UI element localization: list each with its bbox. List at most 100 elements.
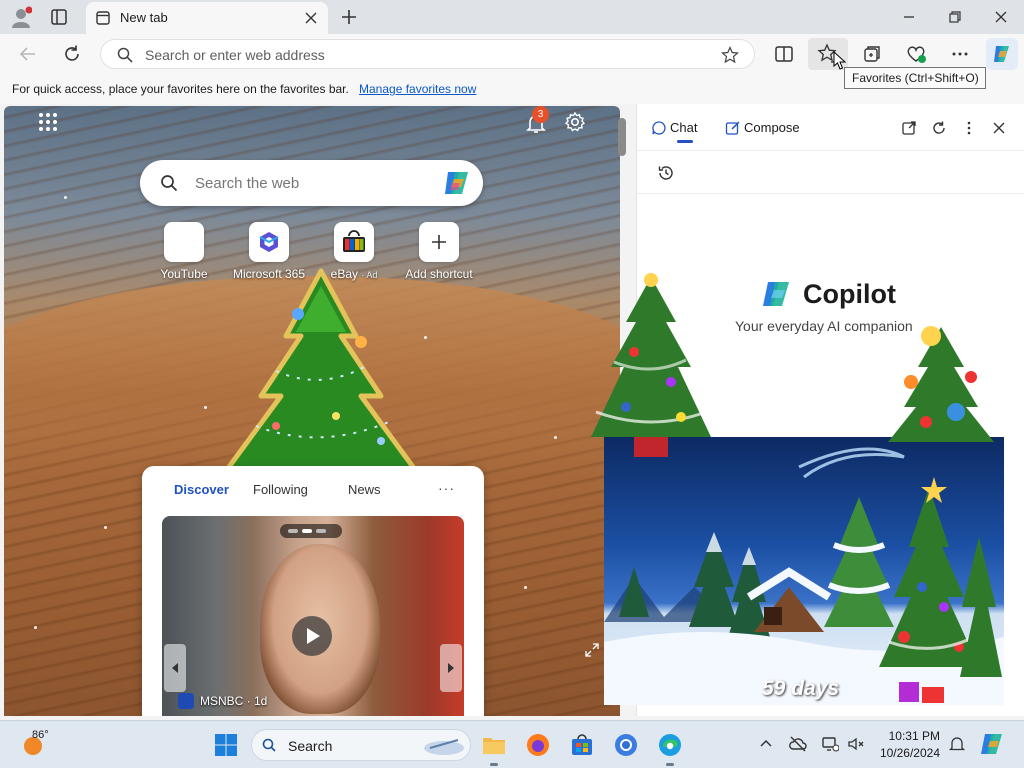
mouse-cursor-icon <box>833 51 847 70</box>
history-icon[interactable] <box>657 164 675 182</box>
notification-bell-icon[interactable] <box>948 735 966 753</box>
new-tab-icon <box>96 11 110 25</box>
title-bar: New tab <box>0 0 1024 34</box>
manage-favorites-link[interactable]: Manage favorites now <box>359 82 476 96</box>
edge-icon[interactable] <box>657 732 683 758</box>
copilot-icon <box>994 46 1009 62</box>
add-favorite-star-icon[interactable] <box>721 46 739 64</box>
chat-icon <box>652 121 666 135</box>
windows-start-icon[interactable] <box>213 732 239 758</box>
taskbar: 86° Search 10:31 PM 10/26/2024 <box>0 720 1024 768</box>
copilot-logo-icon <box>763 282 789 306</box>
web-search-input[interactable] <box>195 173 425 193</box>
clock-date[interactable]: 10/26/2024 <box>876 746 940 760</box>
tab-title: New tab <box>120 10 168 25</box>
more-vertical-icon[interactable] <box>961 120 977 136</box>
address-bar[interactable] <box>100 39 755 69</box>
web-search-icon <box>161 175 178 192</box>
minimize-button[interactable] <box>899 7 919 27</box>
restore-button[interactable] <box>945 7 965 27</box>
more-options-icon[interactable] <box>949 43 971 65</box>
snowflake <box>524 586 527 589</box>
cloud-offline-icon[interactable] <box>789 735 807 753</box>
christmas-tree-overlay-icon <box>223 268 419 474</box>
feed-tab-discover[interactable]: Discover <box>174 482 229 497</box>
snowflake <box>104 526 107 529</box>
running-indicator <box>666 763 674 766</box>
clock-time[interactable]: 10:31 PM <box>876 729 940 743</box>
profile-icon[interactable] <box>10 6 32 28</box>
msnbc-logo-icon <box>178 693 194 709</box>
chevron-left-icon <box>172 663 178 673</box>
tab-chat[interactable]: Chat <box>670 120 697 135</box>
apps-launcher-icon[interactable] <box>38 112 58 132</box>
video-card[interactable]: MSNBC · 1d <box>162 516 464 716</box>
refresh-chat-icon[interactable] <box>931 120 947 136</box>
christmas-tree-left-icon <box>591 273 711 457</box>
copilot-taskbar-icon[interactable] <box>979 731 1005 757</box>
browser-essentials-icon[interactable] <box>905 43 927 65</box>
tab-new-tab[interactable]: New tab <box>86 2 328 34</box>
running-indicator <box>490 763 498 766</box>
search-highlight-icon <box>424 739 464 755</box>
new-tab-page: 3 YouTube Microsoft 365 <box>4 106 620 716</box>
compose-icon <box>725 121 740 135</box>
chrome-icon[interactable] <box>613 732 639 758</box>
close-tab-icon[interactable] <box>304 11 318 25</box>
page-scrollbar[interactable] <box>618 118 626 156</box>
favorites-tooltip: Favorites (Ctrl+Shift+O) <box>844 67 986 89</box>
snowflake <box>554 436 557 439</box>
web-search-box[interactable] <box>140 160 483 206</box>
snowflake <box>34 626 37 629</box>
snowflake <box>204 406 207 409</box>
youtube-icon <box>164 222 204 262</box>
open-in-new-tab-icon[interactable] <box>901 120 917 136</box>
taskbar-search-label: Search <box>288 738 333 754</box>
chevron-up-icon[interactable] <box>757 735 775 753</box>
firefox-icon[interactable] <box>525 732 551 758</box>
next-arrow-button[interactable] <box>440 644 462 692</box>
file-explorer-icon[interactable] <box>481 732 507 758</box>
tab-actions-icon[interactable] <box>49 7 69 27</box>
ebay-icon <box>334 222 374 262</box>
feed-tab-news[interactable]: News <box>348 482 381 497</box>
taskbar-search-icon <box>262 738 276 752</box>
tab-compose[interactable]: Compose <box>744 120 800 135</box>
search-icon <box>117 47 133 63</box>
volume-muted-icon[interactable] <box>847 735 865 753</box>
refresh-icon[interactable] <box>61 43 83 65</box>
expand-icon[interactable] <box>584 642 600 658</box>
carousel-indicator <box>280 524 342 538</box>
snowflake <box>424 336 427 339</box>
microsoft-store-icon[interactable] <box>569 732 595 758</box>
copilot-title: Copilot <box>803 279 896 309</box>
taskbar-search[interactable]: Search <box>251 729 471 761</box>
feed-more-button[interactable]: ··· <box>438 480 455 496</box>
back-arrow-icon[interactable] <box>17 43 39 65</box>
countdown-days: 59 days <box>762 677 840 700</box>
play-icon <box>307 628 320 644</box>
collections-icon[interactable] <box>861 43 883 65</box>
copilot-search-icon[interactable] <box>442 168 472 198</box>
news-feed-panel: Discover Following News ··· MSNBC · 1d <box>142 466 484 716</box>
close-sidebar-icon[interactable] <box>991 120 1007 136</box>
feed-tab-following[interactable]: Following <box>253 482 308 497</box>
snowflake <box>64 196 67 199</box>
divider <box>637 193 1024 194</box>
christmas-tree-right-icon <box>888 326 994 442</box>
address-input[interactable] <box>145 45 705 65</box>
split-screen-icon[interactable] <box>773 43 795 65</box>
divider <box>637 150 1024 151</box>
notification-badge: 3 <box>532 106 549 123</box>
active-tab-indicator <box>677 140 693 143</box>
chevron-right-icon <box>448 663 454 673</box>
page-settings-gear-icon[interactable] <box>564 111 586 133</box>
new-tab-button[interactable] <box>339 7 359 27</box>
copilot-button[interactable] <box>986 38 1018 70</box>
network-icon[interactable] <box>821 735 839 753</box>
play-button[interactable] <box>292 616 332 656</box>
previous-arrow-button[interactable] <box>164 644 186 692</box>
microsoft-365-icon <box>249 222 289 262</box>
video-source: MSNBC · 1d <box>200 694 268 708</box>
close-window-button[interactable] <box>991 7 1011 27</box>
